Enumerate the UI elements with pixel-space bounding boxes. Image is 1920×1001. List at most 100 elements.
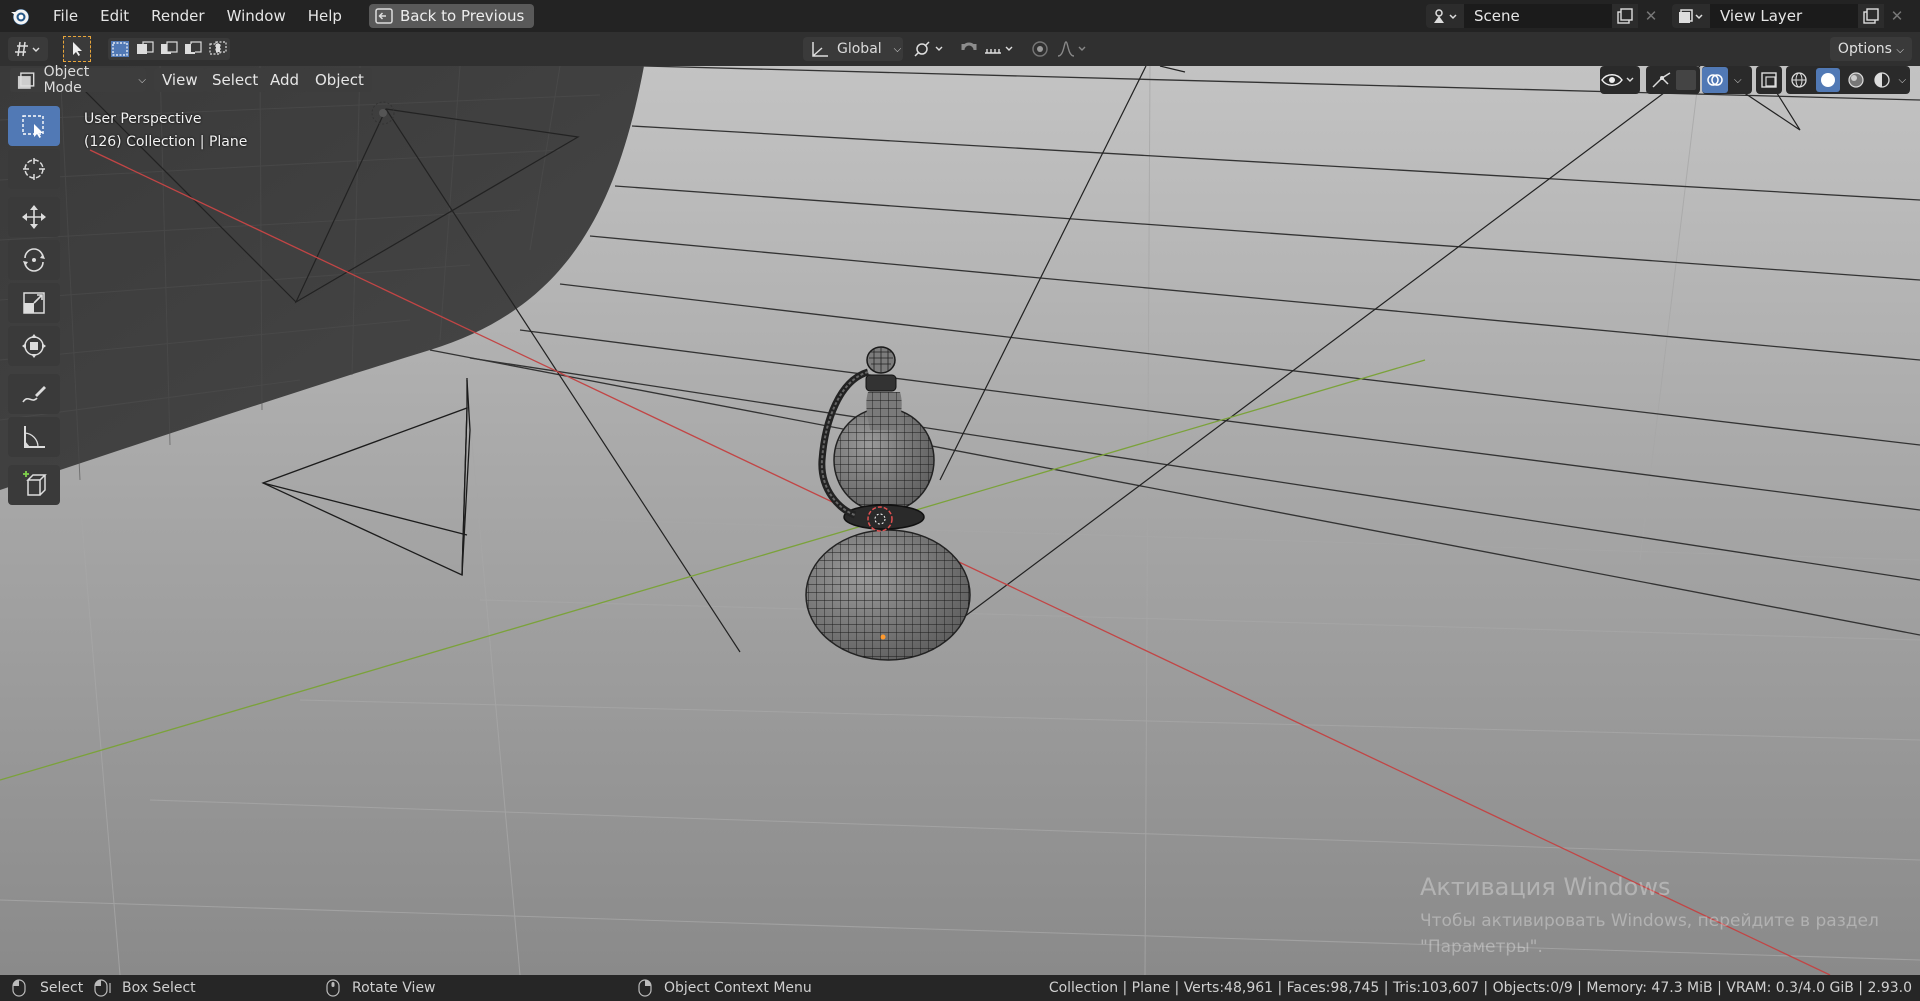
annotate-icon: [22, 386, 46, 403]
select-intersect-icon[interactable]: [208, 40, 228, 58]
rotate-tool[interactable]: [8, 240, 60, 280]
menu-add[interactable]: Add: [262, 68, 308, 92]
menu-object[interactable]: Object: [307, 68, 372, 92]
tool-shelf: [8, 106, 64, 508]
menu-window[interactable]: Window: [216, 0, 297, 32]
watermark-title: Активация Windows: [1420, 873, 1671, 901]
menu-help[interactable]: Help: [297, 0, 353, 32]
select-box-icon: [22, 115, 44, 138]
snap-increment-icon: [985, 46, 1013, 54]
move-icon: [22, 205, 46, 229]
scene-name-field[interactable]: Scene: [1464, 4, 1612, 28]
scene-browse-button[interactable]: [1426, 4, 1464, 28]
watermark-line2: "Параметры".: [1420, 937, 1543, 957]
scene-selector: Scene ✕: [1426, 4, 1664, 28]
falloff-dropdown[interactable]: [1054, 37, 1092, 61]
back-icon: [375, 8, 393, 24]
gizmo-icon[interactable]: [1650, 70, 1674, 90]
move-tool[interactable]: [8, 197, 60, 237]
mouse-middle-icon: [326, 979, 340, 997]
viewport-info-overlay: User Perspective (126) Collection | Plan…: [84, 108, 247, 154]
delete-view-layer-close-icon[interactable]: ✕: [1884, 4, 1910, 28]
select-box-tool[interactable]: [8, 106, 60, 146]
select-extend-icon[interactable]: [135, 40, 155, 58]
menu-edit[interactable]: Edit: [89, 0, 140, 32]
mouse-left-icon: [12, 979, 26, 997]
proportional-editing-toggle[interactable]: [1028, 37, 1052, 61]
options-label: Options: [1837, 41, 1892, 57]
xray-icon: [1761, 72, 1777, 88]
tool-header: Global ⌵ Options ⌵: [0, 32, 1920, 66]
menu-render[interactable]: Render: [140, 0, 215, 32]
cursor-arrow-icon: [73, 42, 82, 56]
menu-file[interactable]: File: [42, 0, 89, 32]
new-view-layer-button[interactable]: [1858, 4, 1884, 28]
back-to-previous-button[interactable]: Back to Previous: [368, 4, 535, 28]
transform-tool[interactable]: [8, 326, 60, 366]
viewport-scene[interactable]: [0, 66, 1920, 975]
measure-tool[interactable]: [8, 417, 60, 457]
object-mode-label: Object Mode: [43, 64, 90, 96]
solid-shading-button[interactable]: [1815, 68, 1840, 92]
menu-select[interactable]: Select: [204, 68, 267, 92]
scale-tool[interactable]: [8, 283, 60, 323]
chevron-down-icon: ⌵: [1896, 45, 1904, 56]
annotate-tool[interactable]: [8, 374, 60, 414]
material-shading-icon[interactable]: [1847, 71, 1865, 89]
select-difference-icon[interactable]: [183, 40, 203, 58]
top-bar: File Edit Render Window Help Back to Pre…: [0, 0, 1920, 32]
cursor-tool[interactable]: [8, 149, 60, 189]
status-select-hint: Select: [12, 975, 83, 1001]
rotate-icon: [23, 248, 45, 272]
chevron-down-icon[interactable]: ⌵: [1899, 75, 1907, 86]
back-to-previous-label: Back to Previous: [399, 7, 525, 25]
duplicate-icon: [1863, 8, 1879, 24]
view-layer-icon: [1679, 9, 1703, 23]
gizmo-dropdown[interactable]: [1676, 70, 1696, 90]
chevron-down-icon[interactable]: ⌵: [1734, 75, 1742, 86]
measure-icon: [24, 426, 45, 448]
add-cube-tool[interactable]: [8, 465, 60, 505]
mouse-right-icon: [638, 979, 652, 997]
new-scene-button[interactable]: [1612, 4, 1638, 28]
chevron-down-icon: ⌵: [893, 43, 902, 55]
select-new-icon[interactable]: [110, 40, 130, 58]
view-layer-name-field[interactable]: View Layer: [1710, 4, 1858, 28]
status-select-label: Select: [40, 980, 84, 996]
proportional-icon: [1032, 41, 1048, 57]
watermark-line1: Чтобы активировать Windows, перейдите в …: [1420, 911, 1879, 931]
gizmo-group: [1646, 66, 1700, 94]
menu-view[interactable]: View: [154, 68, 206, 92]
transform-orientation-dropdown[interactable]: Global ⌵: [803, 37, 903, 61]
editor-type-button[interactable]: [8, 37, 48, 61]
status-bar: Select Box Select Rotate View Object Con…: [0, 975, 1920, 1001]
snap-target-dropdown[interactable]: [982, 37, 1018, 61]
xray-toggle[interactable]: [1756, 66, 1782, 94]
delete-scene-close-icon[interactable]: ✕: [1638, 4, 1664, 28]
status-rotate-view-hint: Rotate View: [326, 975, 436, 1001]
status-context-menu-label: Object Context Menu: [664, 980, 812, 996]
orientation-label: Global: [837, 41, 882, 57]
3d-viewport[interactable]: User Perspective (126) Collection | Plan…: [0, 66, 1920, 975]
view-layer-browse-button[interactable]: [1672, 4, 1710, 28]
options-dropdown[interactable]: Options ⌵: [1829, 37, 1912, 61]
tool-settings-button[interactable]: [63, 36, 91, 62]
pivot-point-dropdown[interactable]: [910, 37, 948, 61]
rendered-shading-icon[interactable]: [1873, 71, 1891, 89]
blender-logo-icon[interactable]: [8, 4, 32, 28]
snap-toggle[interactable]: [955, 37, 983, 61]
view-layer-selector: View Layer ✕: [1672, 4, 1910, 28]
overlays-icon: [1707, 74, 1723, 86]
scale-icon: [23, 292, 45, 314]
visibility-dropdown[interactable]: [1600, 66, 1640, 94]
scene-icon: [1434, 9, 1457, 23]
overlays-toggle[interactable]: [1702, 67, 1728, 93]
add-cube-icon: [23, 471, 47, 496]
wireframe-shading-icon[interactable]: [1790, 71, 1808, 89]
object-mode-dropdown[interactable]: Object Mode ⌵: [10, 64, 146, 96]
select-subtract-icon[interactable]: [159, 40, 179, 58]
selection-mode-group: [108, 38, 230, 60]
scene-statistics: Collection | Plane | Verts:48,961 | Face…: [1048, 980, 1912, 996]
eye-icon: [1601, 74, 1634, 86]
duplicate-icon: [1617, 8, 1633, 24]
